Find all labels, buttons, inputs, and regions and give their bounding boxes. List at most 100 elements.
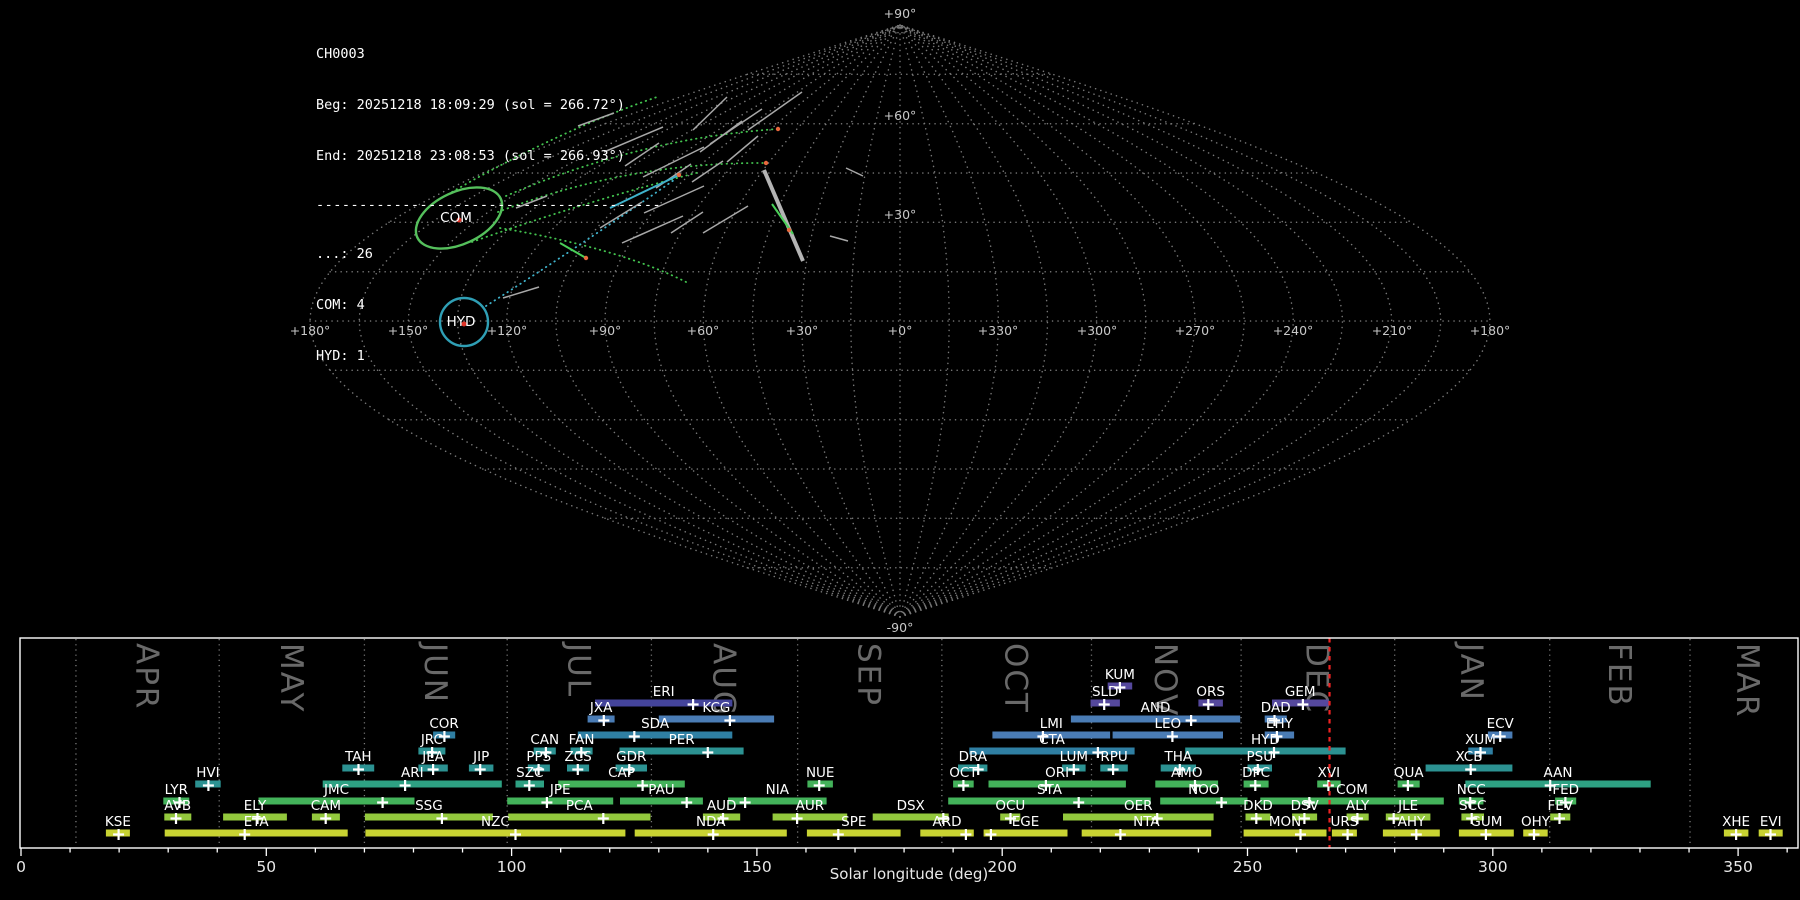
month-label-oct: OCT	[997, 643, 1033, 714]
shower-bar-JPE	[507, 797, 614, 805]
longitude-label: +270°	[1175, 323, 1216, 338]
observation-info: CH0003 Beg: 20251218 18:09:29 (sol = 266…	[316, 12, 661, 399]
month-label-feb: FEB	[1601, 643, 1637, 708]
shower-label-FED: FED	[1552, 782, 1579, 798]
shower-label-LMI: LMI	[1040, 716, 1063, 732]
shower-label-CTA: CTA	[1039, 732, 1066, 748]
shower-label-ERI: ERI	[653, 684, 675, 700]
shower-bar-NOO	[1160, 797, 1248, 805]
shower-label-NOO: NOO	[1188, 782, 1219, 798]
shower-label-PSU: PSU	[1247, 749, 1274, 765]
shower-bar-STA	[948, 797, 1151, 805]
shower-label-CAN: CAN	[530, 732, 559, 748]
shower-label-EGE: EGE	[1012, 814, 1040, 830]
shower-bars: KUM ERI SLD ORS GEM JXA KCG AND DAD COR SDA LMI LEO E…	[105, 667, 1783, 840]
info-separator: ----------------------------------------	[316, 197, 662, 213]
longitude-label: +0°	[888, 323, 913, 338]
shower-label-PPS: PPS	[526, 749, 551, 765]
shower-label-PER: PER	[669, 732, 695, 748]
shower-label-GUM: GUM	[1470, 814, 1502, 830]
shower-label-SLD: SLD	[1092, 684, 1119, 700]
shower-label-AND: AND	[1141, 700, 1171, 716]
shower-label-AVB: AVB	[164, 798, 191, 814]
shower-label-LEO: LEO	[1154, 716, 1181, 732]
shower-bar-KCG	[658, 715, 775, 723]
shower-bar-SPE	[806, 829, 901, 837]
meteor-observation-screen: +90° +60° +30° -90° +180° +150° +120° +90° +60° +…	[0, 0, 1800, 900]
shower-label-JLE: JLE	[1397, 798, 1418, 814]
shower-label-ALY: ALY	[1346, 798, 1370, 814]
shower-label-JPE: JPE	[549, 782, 571, 798]
shower-label-ARD: ARD	[932, 814, 961, 830]
longitude-label: +30°	[786, 323, 819, 338]
shower-label-SDA: SDA	[641, 716, 670, 732]
shower-label-KCG: KCG	[702, 700, 730, 716]
sporadic-meteor-streak	[692, 96, 728, 131]
sporadic-meteor-streak	[726, 135, 759, 163]
shower-label-AAN: AAN	[1544, 765, 1573, 781]
month-label-jan: JAN	[1453, 641, 1489, 702]
sporadic-meteor-streak	[845, 167, 864, 177]
shower-label-XCB: XCB	[1456, 749, 1483, 765]
shower-label-COR: COR	[429, 716, 458, 732]
x-axis-tick-label: 200	[987, 858, 1017, 876]
shower-label-NTA: NTA	[1133, 814, 1160, 830]
sporadic-meteor-streak	[829, 235, 849, 242]
latitude-label: +90°	[884, 6, 917, 21]
observation-begin: Beg: 20251218 18:09:29 (sol = 266.72°)	[316, 97, 625, 113]
shower-label-URS: URS	[1330, 814, 1358, 830]
longitude-label: +180°	[1470, 323, 1511, 338]
count-sporadic: ...: 26	[316, 246, 373, 262]
shower-label-AHY: AHY	[1398, 814, 1426, 830]
shower-label-JXA: JXA	[589, 700, 613, 716]
trail-end-dot	[763, 160, 769, 166]
shower-label-QUA: QUA	[1394, 765, 1425, 781]
shower-label-SCC: SCC	[1459, 798, 1486, 814]
shower-label-COM: COM	[1336, 782, 1368, 798]
shower-label-NCC: NCC	[1457, 782, 1486, 798]
count-hyd: HYD: 1	[316, 348, 365, 364]
shower-label-STA: STA	[1037, 782, 1063, 798]
shower-label-JIP: JIP	[472, 749, 489, 765]
shower-label-OCT: OCT	[949, 765, 978, 781]
shower-bar-NTA	[1081, 829, 1212, 837]
shower-label-JRC: JRC	[420, 732, 443, 748]
meridian-line	[899, 24, 1245, 618]
shower-label-AMO: AMO	[1171, 765, 1203, 781]
shower-label-DSV: DSV	[1291, 798, 1320, 814]
x-axis-tick-label: 250	[1233, 858, 1263, 876]
shower-label-GEM: GEM	[1285, 684, 1316, 700]
shower-label-ETA: ETA	[244, 814, 270, 830]
station-id: CH0003	[316, 46, 365, 62]
shower-label-OCU: OCU	[995, 798, 1025, 814]
latitude-label: -90°	[887, 620, 914, 635]
shower-label-ORS: ORS	[1196, 684, 1225, 700]
shower-bar-SSG	[364, 813, 493, 821]
shower-label-AUD: AUD	[707, 798, 737, 814]
month-label-may: MAY	[273, 643, 309, 713]
shower-label-AUR: AUR	[796, 798, 825, 814]
shower-label-LUM: LUM	[1060, 749, 1088, 765]
shower-label-KSE: KSE	[105, 814, 131, 830]
shower-bar-SDA	[577, 731, 733, 739]
shower-label-DAD: DAD	[1261, 700, 1291, 716]
sporadic-meteor-streak	[702, 205, 749, 234]
shower-label-MON: MON	[1269, 814, 1301, 830]
latitude-label: +60°	[884, 108, 917, 123]
shower-bar-ARI	[322, 780, 502, 788]
shower-label-CAM: CAM	[311, 798, 341, 814]
longitude-label: +240°	[1273, 323, 1314, 338]
shower-label-GDR: GDR	[616, 749, 646, 765]
month-label-sep: SEP	[851, 643, 887, 707]
shower-label-XHE: XHE	[1722, 814, 1750, 830]
shower-label-HVI: HVI	[196, 765, 219, 781]
shower-label-KUM: KUM	[1105, 667, 1135, 683]
shower-label-LYR: LYR	[165, 782, 188, 798]
shower-label-ARI: ARI	[401, 765, 424, 781]
shower-label-EVI: EVI	[1760, 814, 1782, 830]
shower-label-EHY: EHY	[1266, 716, 1294, 732]
shower-label-DPC: DPC	[1242, 765, 1270, 781]
shower-label-ORI: ORI	[1045, 765, 1069, 781]
shower-label-ZCS: ZCS	[564, 749, 591, 765]
shower-label-JEA: JEA	[421, 749, 445, 765]
